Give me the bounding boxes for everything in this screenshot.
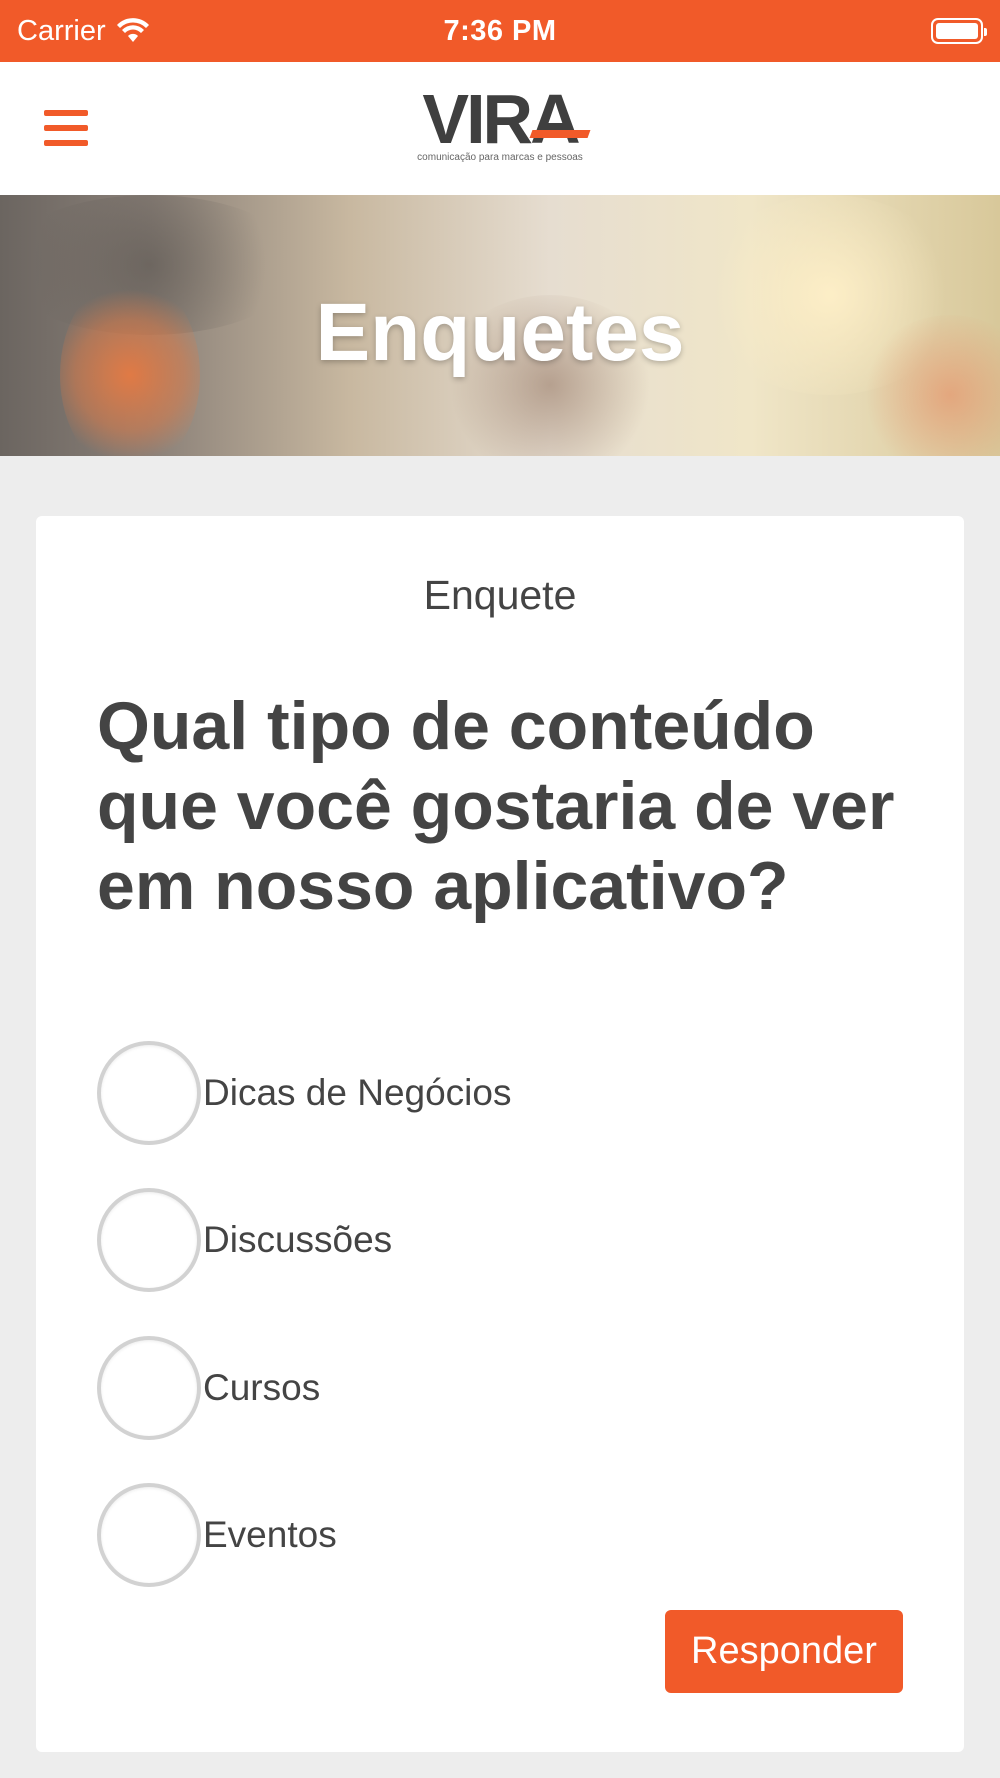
hero-banner: Enquetes	[0, 195, 1000, 456]
poll-question: Qual tipo de conteúdo que você gostaria …	[97, 688, 895, 924]
status-right	[653, 18, 987, 44]
logo-accent-bar	[529, 130, 591, 138]
radio-button[interactable]	[97, 1041, 201, 1145]
radio-button[interactable]	[97, 1188, 201, 1292]
poll-option[interactable]: Eventos	[97, 1483, 797, 1587]
logo-tagline: comunicação para marcas e pessoas	[417, 152, 583, 163]
poll-option-label: Eventos	[203, 1514, 337, 1555]
menu-line	[44, 110, 88, 116]
status-left: Carrier	[17, 15, 347, 48]
battery-level	[936, 23, 978, 39]
logo-text: VIRA	[422, 80, 580, 158]
carrier-label: Carrier	[17, 14, 106, 47]
hamburger-menu-icon[interactable]	[36, 102, 96, 154]
submit-button[interactable]: Responder	[665, 1610, 903, 1693]
battery-icon	[931, 18, 987, 44]
poll-option[interactable]: Dicas de Negócios	[97, 1041, 797, 1145]
poll-card: Enquete Qual tipo de conteúdo que você g…	[36, 516, 964, 1752]
wifi-icon	[116, 18, 149, 42]
status-time: 7:36 PM	[443, 14, 557, 47]
radio-button[interactable]	[97, 1483, 201, 1587]
poll-option-label: Discussões	[203, 1219, 393, 1260]
poll-option-label: Cursos	[203, 1367, 321, 1408]
poll-option[interactable]: Cursos	[97, 1336, 797, 1440]
poll-option-label: Dicas de Negócios	[203, 1072, 512, 1113]
vira-logo[interactable]: VIRA comunicação para marcas e pessoas	[405, 84, 595, 174]
menu-line	[44, 140, 88, 146]
nav-bar: VIRA comunicação para marcas e pessoas	[0, 62, 1000, 195]
page-title: Enquetes	[315, 286, 685, 378]
status-bar: Carrier 7:36 PM	[0, 0, 1000, 62]
menu-line	[44, 125, 88, 131]
radio-button[interactable]	[97, 1336, 201, 1440]
poll-label: Enquete	[423, 572, 577, 618]
poll-option[interactable]: Discussões	[97, 1188, 797, 1292]
